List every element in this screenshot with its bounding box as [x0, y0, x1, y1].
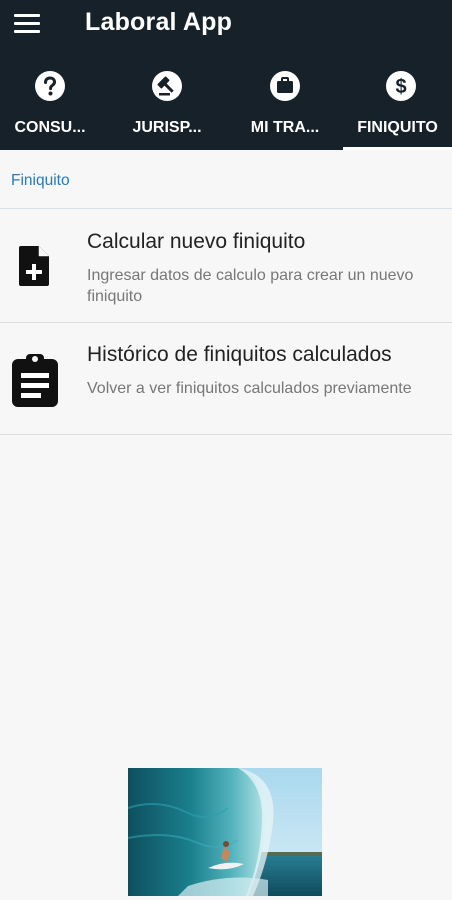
dollar-circle-icon: $ [386, 71, 416, 101]
tab-label: FINIQUITO [357, 119, 438, 136]
item-subtitle: Volver a ver finiquitos calculados previ… [87, 380, 412, 397]
clipboard-icon [12, 354, 58, 407]
item-title: Calcular nuevo finiquito [87, 230, 306, 253]
tab-jurisprudencia[interactable]: JURISP... [117, 62, 217, 150]
app-title: Laboral App [85, 8, 233, 36]
tab-label: JURISP... [132, 119, 202, 136]
breadcrumb: Finiquito [11, 172, 70, 189]
tab-finiquito[interactable]: $ FINIQUITO [343, 62, 452, 150]
divider [0, 434, 452, 435]
item-title: Histórico de finiquitos calculados [87, 343, 392, 366]
surfer-wave-photo [128, 768, 322, 896]
tab-label: MI TRA... [250, 119, 320, 136]
question-circle-icon [35, 71, 65, 101]
app-bar: Laboral App CONSU... JURISP... MI TRA...… [0, 0, 452, 150]
tab-consultas[interactable]: CONSU... [0, 62, 100, 150]
item-subtitle: Ingresar datos de calculo para crear un … [87, 267, 414, 305]
tab-label: CONSU... [14, 119, 86, 136]
list-item-calcular-finiquito[interactable]: Calcular nuevo finiquito Ingresar datos … [0, 209, 452, 323]
svg-text:$: $ [395, 76, 406, 98]
active-tab-indicator [343, 147, 452, 150]
hamburger-menu-icon[interactable] [14, 12, 42, 34]
list-item-historico-finiquitos[interactable]: Histórico de finiquitos calculados Volve… [0, 323, 452, 435]
ad-banner-image[interactable] [128, 768, 322, 896]
tab-bar: CONSU... JURISP... MI TRA... $ FINIQUITO [0, 62, 452, 150]
tab-mi-trabajo[interactable]: MI TRA... [235, 62, 335, 150]
add-document-icon [19, 246, 49, 286]
gavel-circle-icon [152, 71, 182, 101]
briefcase-circle-icon [270, 71, 300, 101]
